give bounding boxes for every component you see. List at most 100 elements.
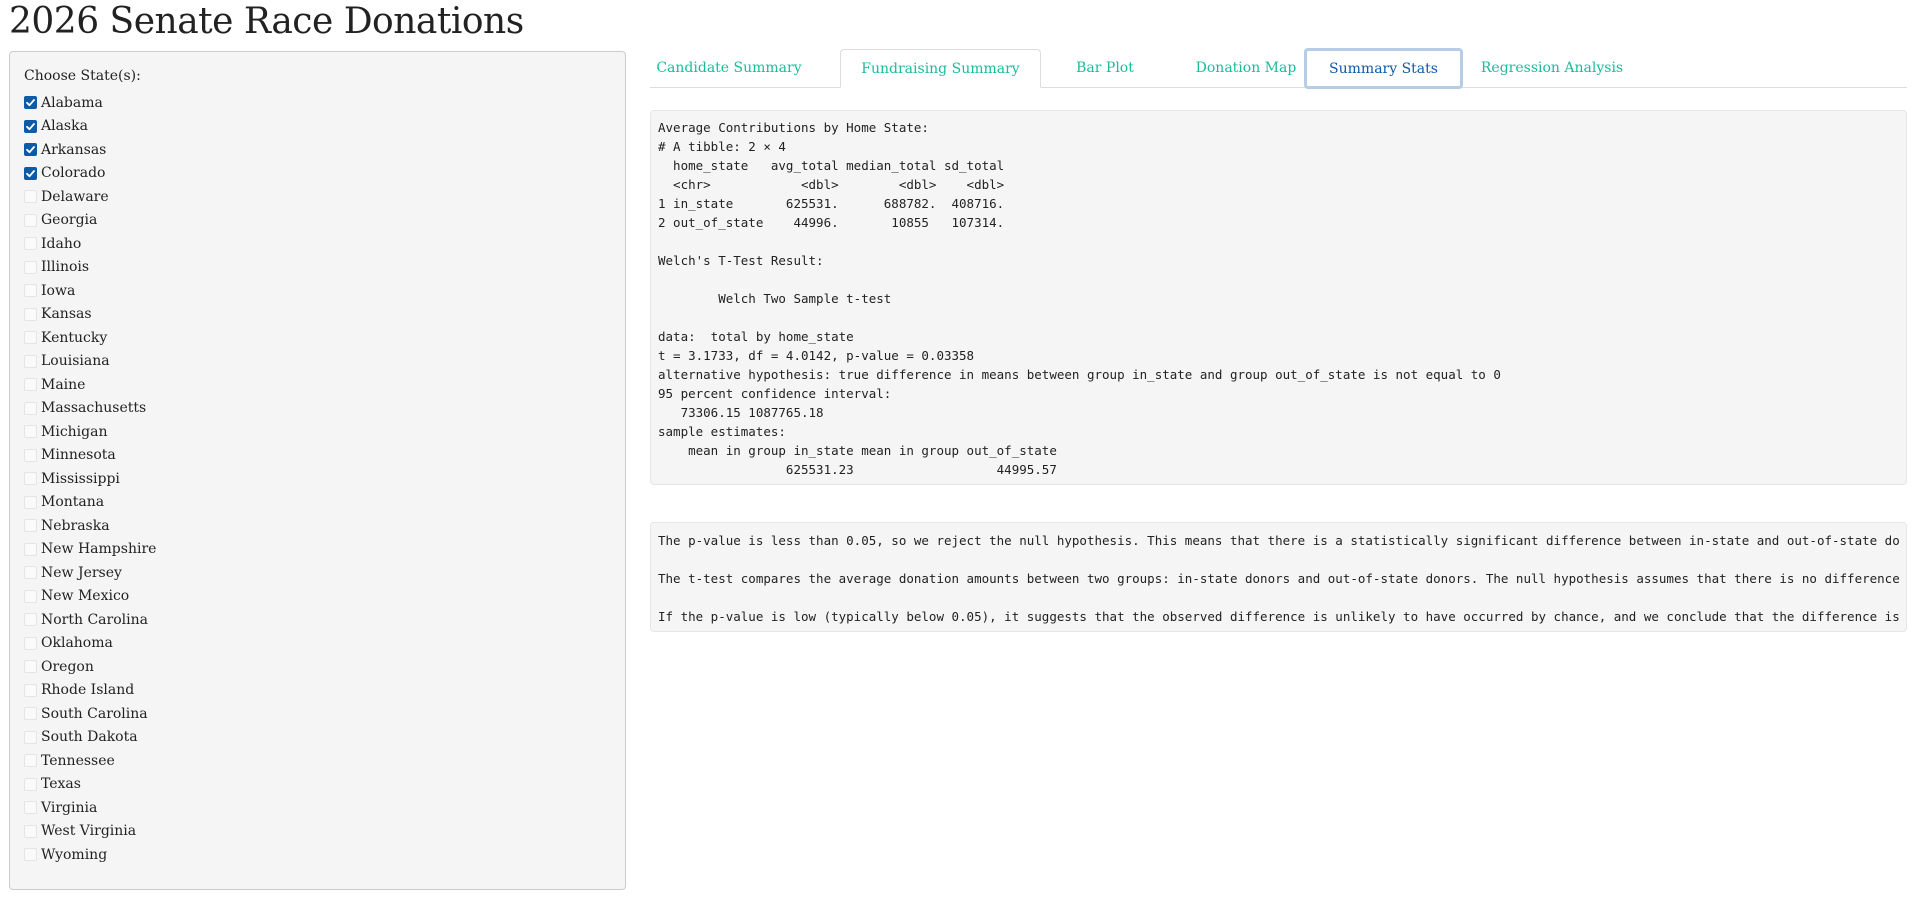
- state-option-rhode-island[interactable]: Rhode Island: [24, 679, 156, 703]
- state-option-oklahoma[interactable]: Oklahoma: [24, 632, 156, 656]
- tab-fundraising-summary[interactable]: Fundraising Summary: [840, 49, 1041, 88]
- state-option-kentucky[interactable]: Kentucky: [24, 326, 156, 350]
- state-option-montana[interactable]: Montana: [24, 491, 156, 515]
- state-label: New Jersey: [41, 564, 122, 581]
- state-option-west-virginia[interactable]: West Virginia: [24, 820, 156, 844]
- state-label: Mississippi: [41, 470, 120, 487]
- state-checkbox[interactable]: [24, 354, 37, 368]
- state-label: Montana: [41, 494, 105, 511]
- state-label: Delaware: [41, 188, 109, 205]
- state-checkbox[interactable]: [24, 472, 37, 486]
- state-option-virginia[interactable]: Virginia: [24, 796, 156, 820]
- state-option-south-carolina[interactable]: South Carolina: [24, 702, 156, 726]
- state-checkbox[interactable]: [24, 824, 37, 838]
- state-option-idaho[interactable]: Idaho: [24, 232, 156, 256]
- state-label: Georgia: [41, 212, 98, 229]
- state-checkbox[interactable]: [24, 730, 37, 744]
- state-checkbox[interactable]: [24, 613, 37, 627]
- state-checkbox[interactable]: [24, 519, 37, 533]
- state-checkbox[interactable]: [24, 237, 37, 251]
- checkmark-icon: [26, 146, 35, 154]
- state-option-georgia[interactable]: Georgia: [24, 209, 156, 233]
- state-option-illinois[interactable]: Illinois: [24, 256, 156, 280]
- state-checkbox[interactable]: [24, 119, 37, 133]
- state-option-delaware[interactable]: Delaware: [24, 185, 156, 209]
- state-label: Nebraska: [41, 517, 110, 534]
- state-checkbox[interactable]: [24, 260, 37, 274]
- state-label: Oklahoma: [41, 635, 113, 652]
- summary-stats-output: Average Contributions by Home State: # A…: [650, 110, 1907, 485]
- state-option-iowa[interactable]: Iowa: [24, 279, 156, 303]
- state-option-south-dakota[interactable]: South Dakota: [24, 726, 156, 750]
- tab-donation-map[interactable]: Donation Map: [1168, 49, 1324, 87]
- state-option-wyoming[interactable]: Wyoming: [24, 843, 156, 867]
- state-label: South Carolina: [41, 705, 148, 722]
- state-label: New Hampshire: [41, 541, 157, 558]
- state-label: West Virginia: [41, 823, 137, 840]
- state-option-new-mexico[interactable]: New Mexico: [24, 585, 156, 609]
- state-option-mississippi[interactable]: Mississippi: [24, 467, 156, 491]
- tab-summary-stats[interactable]: Summary Stats: [1304, 48, 1463, 89]
- state-option-alaska[interactable]: Alaska: [24, 115, 156, 139]
- state-checkbox[interactable]: [24, 848, 37, 862]
- state-checkbox[interactable]: [24, 166, 37, 180]
- state-checkbox[interactable]: [24, 683, 37, 697]
- state-select-label: Choose State(s):: [24, 68, 141, 84]
- state-option-maine[interactable]: Maine: [24, 373, 156, 397]
- state-checkbox[interactable]: [24, 542, 37, 556]
- tab-candidate-summary[interactable]: Candidate Summary: [650, 49, 808, 87]
- state-option-nebraska[interactable]: Nebraska: [24, 514, 156, 538]
- state-option-colorado[interactable]: Colorado: [24, 162, 156, 186]
- state-option-texas[interactable]: Texas: [24, 773, 156, 797]
- state-checkbox[interactable]: [24, 331, 37, 345]
- interpretation-output: The p-value is less than 0.05, so we rej…: [650, 522, 1907, 632]
- state-label: Rhode Island: [41, 682, 135, 699]
- state-checkbox[interactable]: [24, 495, 37, 509]
- state-option-michigan[interactable]: Michigan: [24, 420, 156, 444]
- state-checkbox[interactable]: [24, 378, 37, 392]
- state-checkbox[interactable]: [24, 307, 37, 321]
- state-option-alabama[interactable]: Alabama: [24, 91, 156, 115]
- summary-stats-text: Average Contributions by Home State: # A…: [658, 120, 1501, 477]
- state-checkbox[interactable]: [24, 566, 37, 580]
- state-checkbox[interactable]: [24, 707, 37, 721]
- tab-bar-plot[interactable]: Bar Plot: [1060, 49, 1150, 87]
- state-label: South Dakota: [41, 729, 138, 746]
- state-option-tennessee[interactable]: Tennessee: [24, 749, 156, 773]
- state-checkbox[interactable]: [24, 401, 37, 415]
- state-label: Alaska: [41, 118, 88, 135]
- state-option-new-hampshire[interactable]: New Hampshire: [24, 538, 156, 562]
- state-checkbox[interactable]: [24, 96, 37, 110]
- state-label: Colorado: [41, 165, 106, 182]
- state-label: Virginia: [41, 799, 98, 816]
- state-checkbox[interactable]: [24, 589, 37, 603]
- state-option-arkansas[interactable]: Arkansas: [24, 138, 156, 162]
- state-checkbox[interactable]: [24, 777, 37, 791]
- state-label: Idaho: [41, 235, 82, 252]
- tab-regression-analysis[interactable]: Regression Analysis: [1467, 49, 1637, 87]
- state-option-louisiana[interactable]: Louisiana: [24, 350, 156, 374]
- state-label: Kentucky: [41, 329, 108, 346]
- state-checkbox[interactable]: [24, 425, 37, 439]
- state-checkbox[interactable]: [24, 213, 37, 227]
- state-option-north-carolina[interactable]: North Carolina: [24, 608, 156, 632]
- state-checkbox[interactable]: [24, 636, 37, 650]
- state-checkbox[interactable]: [24, 754, 37, 768]
- state-label: Illinois: [41, 259, 90, 276]
- checkmark-icon: [26, 122, 35, 130]
- state-checkbox[interactable]: [24, 284, 37, 298]
- state-checkbox[interactable]: [24, 143, 37, 157]
- state-option-kansas[interactable]: Kansas: [24, 303, 156, 327]
- state-option-oregon[interactable]: Oregon: [24, 655, 156, 679]
- state-checkbox[interactable]: [24, 660, 37, 674]
- state-checkbox[interactable]: [24, 801, 37, 815]
- state-checkbox[interactable]: [24, 448, 37, 462]
- state-checkbox[interactable]: [24, 190, 37, 204]
- state-label: Texas: [41, 776, 81, 793]
- state-option-minnesota[interactable]: Minnesota: [24, 444, 156, 468]
- state-label: Arkansas: [41, 141, 107, 158]
- state-label: Wyoming: [41, 846, 108, 863]
- interpretation-text: The p-value is less than 0.05, so we rej…: [658, 533, 1900, 624]
- state-option-new-jersey[interactable]: New Jersey: [24, 561, 156, 585]
- state-option-massachusetts[interactable]: Massachusetts: [24, 397, 156, 421]
